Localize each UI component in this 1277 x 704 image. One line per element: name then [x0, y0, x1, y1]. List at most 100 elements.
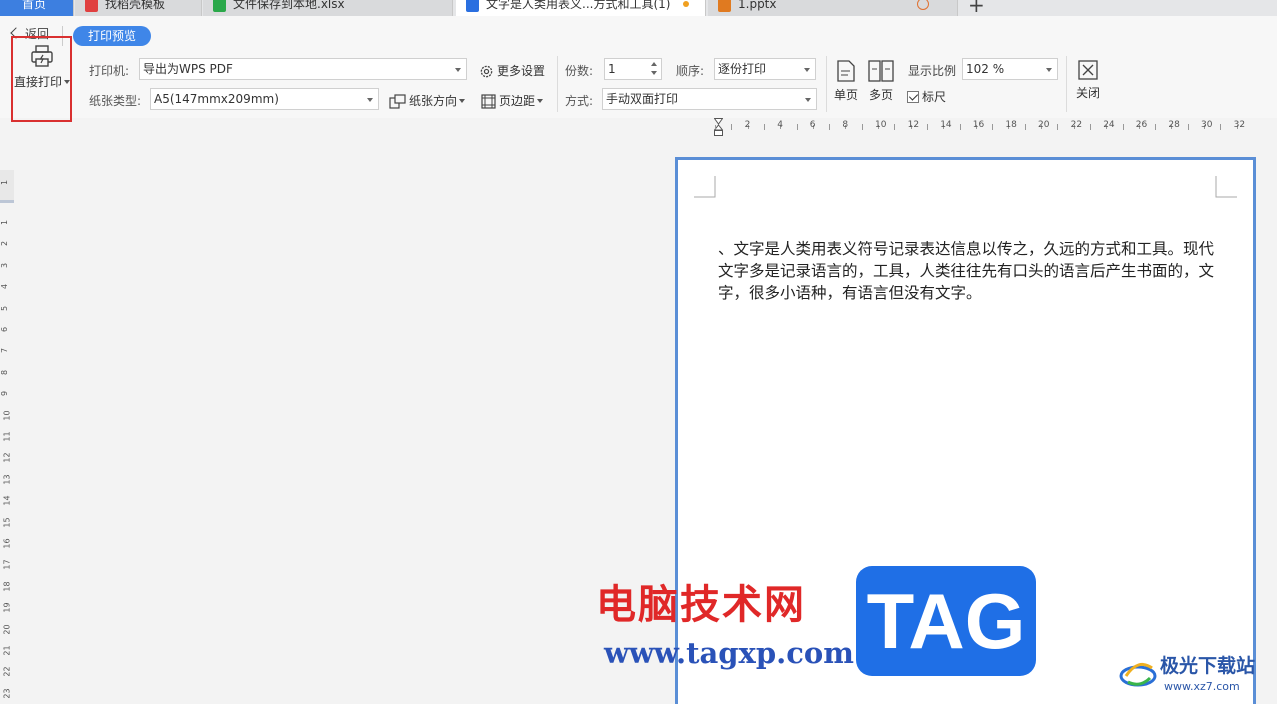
ruler-number: 18	[2, 581, 12, 592]
ruler-number: 15	[2, 517, 12, 528]
orientation-icon	[389, 94, 406, 109]
ruler-number: 12	[907, 120, 920, 130]
copies-value: 1	[608, 62, 616, 76]
copies-stepper[interactable]: 1	[604, 58, 662, 80]
paper-orientation-button[interactable]: 纸张方向	[389, 92, 466, 109]
ruler-number: 22	[2, 666, 12, 677]
ruler-number: 14	[940, 120, 952, 130]
caret-down-icon	[459, 99, 466, 103]
ruler-number: 11	[2, 431, 12, 442]
ruler-number: 20	[2, 624, 12, 635]
copies-label: 份数:	[565, 64, 594, 78]
ruler-tick	[715, 125, 716, 129]
ruler-number: 32	[1233, 120, 1246, 130]
ruler-toggle[interactable]: 标尺	[907, 88, 946, 105]
direct-print-button[interactable]: 直接打印	[11, 36, 72, 122]
new-tab-icon[interactable]: +	[968, 0, 985, 16]
ruler-tick	[861, 124, 863, 130]
more-settings-button[interactable]: 更多设置	[479, 62, 545, 79]
ruler-tick	[796, 124, 798, 130]
tab-spreadsheet[interactable]: 文件保存到本地.xlsx	[203, 0, 453, 16]
ruler-number: 24	[1103, 120, 1115, 130]
ruler-tick	[894, 124, 896, 130]
docer-icon	[85, 0, 98, 12]
ruler-tick	[926, 124, 928, 130]
caret-down-icon	[64, 80, 71, 84]
ruler-tick	[1089, 124, 1091, 130]
ruler-number: 5	[0, 305, 10, 311]
print-preview-toolbar: 返回 打印预览 打印机: 导出为WPS PDF 纸张类型: A5(147mmx2…	[0, 16, 1277, 118]
zoom-label: 显示比例	[908, 64, 957, 78]
ruler-number: 2	[0, 241, 10, 247]
ruler-number: 18	[1005, 120, 1017, 130]
tab-presentation[interactable]: 1.pptx	[708, 0, 958, 16]
orientation-label: 纸张方向	[409, 94, 458, 108]
spin-arrows-icon[interactable]	[650, 61, 658, 77]
spreadsheet-icon	[213, 0, 226, 12]
printer-value: 导出为WPS PDF	[143, 62, 233, 76]
tab-label: 找稻壳模板	[105, 0, 166, 11]
ruler-tick	[1057, 124, 1059, 130]
divider	[1066, 56, 1067, 112]
multi-page-icon	[868, 60, 894, 82]
direct-print-label: 直接打印	[14, 73, 71, 90]
document-body-text: 、文字是人类用表义符号记录表达信息以传之，久远的方式和工具。现代文字多是记录语言…	[718, 240, 1215, 302]
watermark-site-url: www.tagxp.com	[604, 636, 854, 670]
writer-icon	[466, 0, 479, 12]
ruler-number: 4	[0, 284, 10, 290]
ruler-tick	[959, 124, 961, 130]
ruler-number: 21	[2, 645, 12, 656]
unsaved-dot-icon	[683, 1, 689, 7]
margin-corner-mark	[694, 176, 716, 198]
ruler-tick	[1024, 124, 1026, 130]
ruler-number: 10	[875, 120, 887, 130]
margins-button[interactable]: 页边距	[481, 92, 544, 109]
paper-type-select[interactable]: A5(147mmx209mm)	[150, 88, 379, 110]
print-mode-select[interactable]: 手动双面打印	[602, 88, 817, 110]
ruler-number: 30	[1201, 120, 1213, 130]
zoom-select[interactable]: 102 %	[962, 58, 1058, 80]
ruler-number: 16	[972, 120, 985, 130]
tab-bar: 首页 找稻壳模板 文件保存到本地.xlsx 文字是人类用表义...方式和工具(1…	[0, 0, 1277, 16]
close-preview-button[interactable]: 关闭	[1073, 60, 1103, 101]
chevron-down-icon	[367, 98, 373, 102]
ruler-number: 17	[2, 559, 12, 570]
caret-down-icon	[537, 99, 544, 103]
tab-label: 首页	[22, 0, 47, 11]
ruler-number: 14	[2, 495, 12, 506]
ruler-number: 1	[0, 179, 10, 186]
ruler-number: 7	[0, 348, 10, 354]
tab-document[interactable]: 文字是人类用表义...方式和工具(1)	[456, 0, 706, 16]
print-mode-value: 手动双面打印	[606, 92, 679, 106]
ruler-tick	[763, 124, 765, 130]
print-mode-label: 方式:	[565, 94, 594, 108]
printer-select[interactable]: 导出为WPS PDF	[139, 58, 467, 80]
chevron-down-icon	[804, 68, 810, 72]
ruler-number: 8	[842, 120, 849, 130]
checkbox-checked-icon[interactable]	[907, 91, 919, 103]
printer-label: 打印机:	[89, 64, 130, 78]
more-settings-label: 更多设置	[497, 64, 546, 78]
ruler-number: 6	[0, 326, 10, 333]
single-page-button[interactable]: 单页	[832, 60, 860, 103]
tab-label: 文件保存到本地.xlsx	[233, 0, 345, 11]
presentation-icon	[718, 0, 731, 12]
single-page-label: 单页	[833, 88, 858, 102]
divider	[557, 56, 558, 112]
aurora-logo-icon	[1119, 662, 1157, 687]
order-select[interactable]: 逐份打印	[714, 58, 816, 80]
ruler-number: 28	[1168, 120, 1180, 130]
zoom-value: 102 %	[966, 62, 1005, 76]
order-label: 顺序:	[676, 64, 705, 78]
chevron-down-icon	[455, 68, 461, 72]
ruler-label: 标尺	[922, 90, 947, 104]
multi-page-button[interactable]: 多页	[866, 60, 896, 103]
tab-home[interactable]: 首页	[0, 0, 74, 16]
ruler-tick	[829, 124, 831, 130]
ruler-tick	[1122, 124, 1124, 130]
ruler-tick	[1155, 124, 1157, 130]
ruler-number: 12	[2, 452, 12, 463]
tab-docer-templates[interactable]: 找稻壳模板	[75, 0, 202, 16]
chevron-down-icon	[805, 98, 811, 102]
close-icon	[1078, 60, 1098, 80]
